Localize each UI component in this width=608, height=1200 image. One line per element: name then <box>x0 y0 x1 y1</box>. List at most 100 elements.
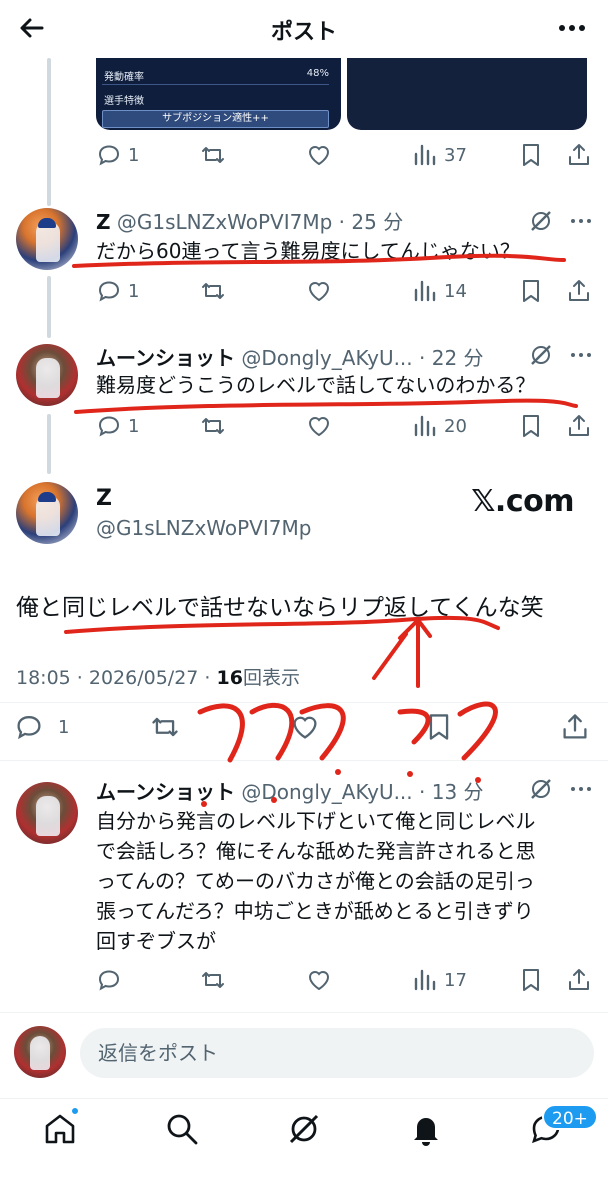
tab-home[interactable] <box>42 1111 82 1151</box>
share-button[interactable] <box>566 965 592 995</box>
media-bar: サブポジション適性++ <box>102 110 329 128</box>
views-button[interactable]: 14 <box>412 276 467 306</box>
more-horizontal-icon[interactable] <box>568 776 594 802</box>
grok-icon[interactable] <box>528 776 554 802</box>
more-button[interactable] <box>556 12 588 44</box>
repost-button[interactable] <box>200 965 226 995</box>
page-title: ポスト <box>270 20 337 45</box>
display-name[interactable]: Z <box>96 486 112 511</box>
tab-notifications[interactable] <box>408 1111 448 1151</box>
post-time[interactable]: 22 分 <box>432 346 484 370</box>
reply-button[interactable]: 1 <box>96 411 139 441</box>
avatar[interactable] <box>16 482 78 544</box>
bottom-tab-bar <box>0 1098 608 1200</box>
bookmark-button[interactable] <box>518 140 544 170</box>
reply-button[interactable]: 1 <box>96 276 139 306</box>
like-button[interactable] <box>306 411 332 441</box>
view-count: 14 <box>444 280 467 302</box>
share-icon <box>569 280 589 301</box>
source-label: 𝕏.com <box>471 484 574 519</box>
reply-button[interactable]: 1 <box>14 712 69 742</box>
like-button[interactable] <box>306 140 332 170</box>
bookmark-button[interactable] <box>518 965 544 995</box>
user-handle[interactable]: @G1sLNZxWoPVI7Mp <box>96 516 311 540</box>
grok-icon[interactable] <box>528 342 554 368</box>
divider <box>0 702 608 703</box>
post-media-image[interactable] <box>347 58 587 130</box>
reply-line: で会話しろ？俺にそんな舐めた発言許されると思 <box>96 839 536 863</box>
reply-line: 張ってんだろ？中坊ごときが舐めとると引きずり <box>96 899 534 923</box>
main-post-actions: 1 <box>0 708 608 748</box>
reply-input[interactable]: 返信をポスト <box>80 1028 594 1078</box>
bookmark-button[interactable] <box>518 411 544 441</box>
post-media-image[interactable]: 発動確率 48% 選手特徴 サブポジション適性++ <box>96 58 341 130</box>
media-label: 発動確率 <box>104 72 144 83</box>
reply-header: Z @G1sLNZxWoPVI7Mp · 25 分 <box>96 206 403 235</box>
comment-icon <box>98 970 120 991</box>
share-button[interactable] <box>566 411 592 441</box>
view-count: 16 <box>216 667 243 689</box>
repost-button[interactable] <box>200 140 226 170</box>
post-time[interactable]: 25 分 <box>351 210 403 234</box>
tab-grok[interactable] <box>286 1111 326 1151</box>
views-icon <box>414 280 436 302</box>
reply-count: 1 <box>128 280 140 302</box>
tab-search[interactable] <box>164 1111 204 1151</box>
views-button[interactable]: 17 <box>412 965 467 995</box>
post-time[interactable]: 13 分 <box>432 780 484 804</box>
display-name[interactable]: ムーンショット <box>96 780 235 804</box>
user-handle[interactable]: @G1sLNZxWoPVI7Mp <box>117 210 332 234</box>
bookmark-button[interactable] <box>518 276 544 306</box>
repost-icon <box>152 717 178 737</box>
views-button[interactable]: 37 <box>412 140 467 170</box>
repost-button[interactable] <box>200 411 226 441</box>
share-button[interactable] <box>566 140 592 170</box>
like-button[interactable] <box>306 965 332 995</box>
view-count: 20 <box>444 415 467 437</box>
views-button[interactable]: 20 <box>412 411 467 441</box>
display-name[interactable]: Z <box>96 210 111 234</box>
heart-icon <box>308 146 330 166</box>
post-actions: 17 <box>96 965 596 995</box>
reply-header: ムーンショット @Dongly_AKyU... · 13 分 <box>96 776 484 805</box>
avatar[interactable] <box>16 208 78 270</box>
heart-icon <box>293 716 317 739</box>
display-name[interactable]: ムーンショット <box>96 346 235 370</box>
comment-icon <box>98 145 120 166</box>
repost-button[interactable] <box>200 276 226 306</box>
user-handle[interactable]: @Dongly_AKyU... <box>241 346 412 370</box>
reply-count: 1 <box>128 144 140 166</box>
like-button[interactable] <box>306 276 332 306</box>
post-actions: 1 20 <box>96 411 596 441</box>
separator: · <box>412 780 432 804</box>
view-count: 37 <box>444 144 467 166</box>
thread-line <box>47 276 51 338</box>
more-horizontal-icon[interactable] <box>568 342 594 368</box>
bookmark-button[interactable] <box>424 712 454 742</box>
home-badge <box>70 1106 80 1116</box>
avatar <box>14 1026 66 1078</box>
view-label: 回表示 <box>242 667 300 689</box>
thread-line <box>47 414 51 474</box>
avatar[interactable] <box>16 344 78 406</box>
heart-icon <box>308 417 330 437</box>
share-button[interactable] <box>560 712 590 742</box>
share-button[interactable] <box>566 276 592 306</box>
reply-button[interactable]: 1 <box>96 140 139 170</box>
reply-button[interactable] <box>96 965 122 995</box>
bookmark-icon <box>523 969 539 991</box>
post-actions: 1 14 <box>96 276 596 306</box>
post-datetime[interactable]: 18:05 · 2026/05/27 · <box>16 667 217 689</box>
bookmark-icon <box>523 144 539 166</box>
share-icon <box>569 144 589 165</box>
like-button[interactable] <box>290 712 320 742</box>
user-handle[interactable]: @Dongly_AKyU... <box>241 780 412 804</box>
avatar[interactable] <box>16 782 78 844</box>
repost-button[interactable] <box>150 712 180 742</box>
bookmark-icon <box>523 280 539 302</box>
more-horizontal-icon <box>559 25 585 31</box>
share-icon <box>569 415 589 436</box>
reply-text: 難易度どうこうのレベルで話してないのわかる？ <box>96 373 536 397</box>
grok-icon[interactable] <box>528 208 554 234</box>
more-horizontal-icon[interactable] <box>568 208 594 234</box>
